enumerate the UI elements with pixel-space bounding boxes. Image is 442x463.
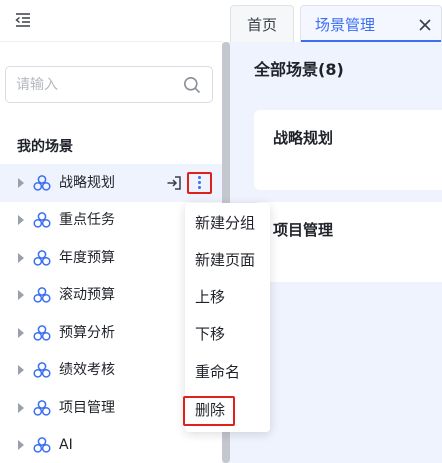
tab-label: 场景管理 [315,16,376,34]
header-divider [0,41,222,42]
tab-home[interactable]: 首页 [230,5,294,42]
section-title-my-scenes: 我的场景 [17,139,73,155]
scene-cluster-icon [33,249,51,266]
menu-item-new-group[interactable]: 新建分组 [195,213,255,233]
delete-highlight-box [183,396,235,426]
open-scene-icon[interactable] [166,175,182,191]
page-title: 全部场景(8) [254,60,344,79]
expand-caret-icon[interactable] [18,177,24,188]
expand-caret-icon[interactable] [18,327,24,338]
scene-cluster-icon [33,324,51,341]
expand-caret-icon[interactable] [18,215,24,226]
more-dot-icon [198,186,201,190]
scene-cluster-icon [33,287,51,303]
tree-item-label: 滚动预算 [59,287,115,304]
scene-cluster-icon [33,174,51,191]
scene-cluster-icon [33,399,51,416]
close-icon[interactable] [418,18,432,32]
tree-item-label: 项目管理 [59,399,115,416]
search-box [5,66,213,103]
tree-item-label: 年度预算 [59,249,115,266]
tree-item-label: 绩效考核 [59,362,115,379]
more-actions-button[interactable] [187,171,212,194]
tree-item-strategy[interactable]: 战略规划 [0,164,222,202]
menu-item-new-page[interactable]: 新建页面 [195,250,255,270]
tab-scene-management[interactable]: 场景管理 [300,5,442,42]
expand-caret-icon[interactable] [18,402,24,413]
tab-bar: 首页 场景管理 [230,0,442,42]
scene-cluster-icon [33,437,51,453]
scene-card-title: 项目管理 [273,221,334,239]
scene-card[interactable]: 项目管理 [254,202,442,282]
tree-item-label: 重点任务 [59,212,115,229]
expand-caret-icon[interactable] [18,290,24,301]
tree-item-label: AI [59,437,73,454]
scene-cluster-icon [33,212,51,228]
more-dot-icon [198,181,201,185]
search-input[interactable] [16,75,176,95]
expand-caret-icon[interactable] [18,440,24,451]
tree-item-label: 战略规划 [59,174,115,191]
scene-card-title: 战略规划 [273,129,334,147]
expand-caret-icon[interactable] [18,252,24,263]
menu-item-move-down[interactable]: 下移 [195,324,225,344]
more-dot-icon [198,176,201,180]
tab-label: 首页 [247,16,278,34]
search-icon[interactable] [183,76,201,94]
scene-cluster-icon [33,362,51,378]
expand-caret-icon[interactable] [18,365,24,376]
collapse-menu-icon[interactable] [14,11,32,29]
menu-item-rename[interactable]: 重命名 [195,362,240,382]
menu-item-move-up[interactable]: 上移 [195,287,225,307]
tree-item-label: 预算分析 [59,324,115,341]
scene-card[interactable]: 战略规划 [254,110,442,190]
